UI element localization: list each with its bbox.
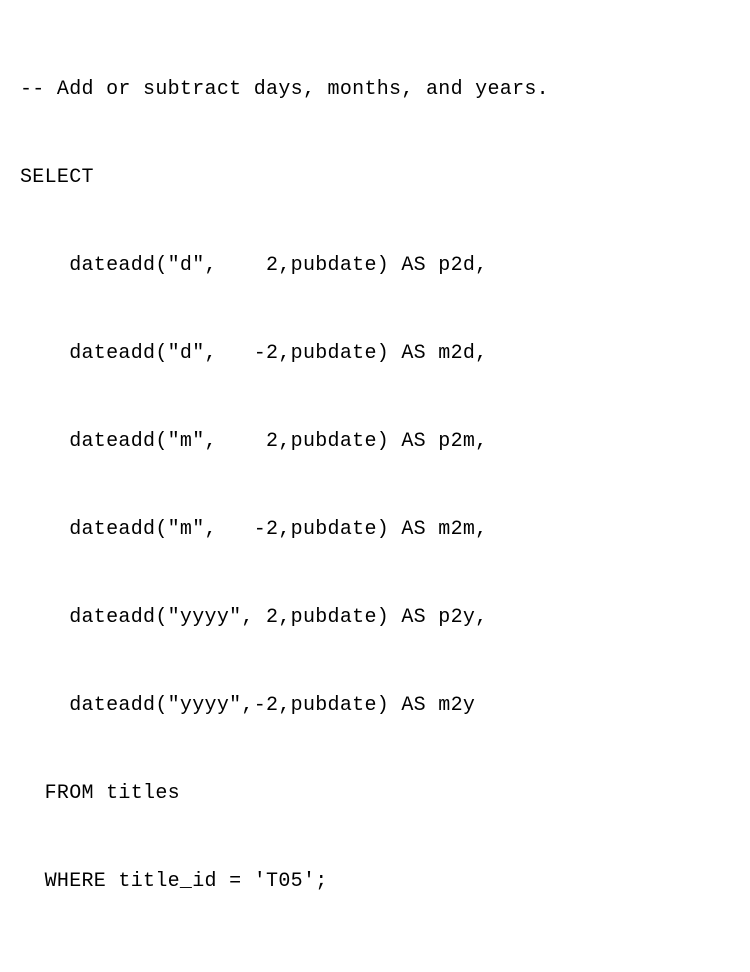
- code-line: dateadd("d", -2,pubdate) AS m2d,: [20, 332, 730, 376]
- code-line: SELECT: [20, 156, 730, 200]
- code-line: WHERE title_id = 'T05';: [20, 860, 730, 904]
- code-line: FROM titles: [20, 772, 730, 816]
- sql-code-block: -- Add or subtract days, months, and yea…: [20, 24, 730, 948]
- code-line: dateadd("m", 2,pubdate) AS p2m,: [20, 420, 730, 464]
- code-line: dateadd("yyyy", 2,pubdate) AS p2y,: [20, 596, 730, 640]
- code-line: dateadd("d", 2,pubdate) AS p2d,: [20, 244, 730, 288]
- code-line: dateadd("m", -2,pubdate) AS m2m,: [20, 508, 730, 552]
- code-line: dateadd("yyyy",-2,pubdate) AS m2y: [20, 684, 730, 728]
- code-line: -- Add or subtract days, months, and yea…: [20, 68, 730, 112]
